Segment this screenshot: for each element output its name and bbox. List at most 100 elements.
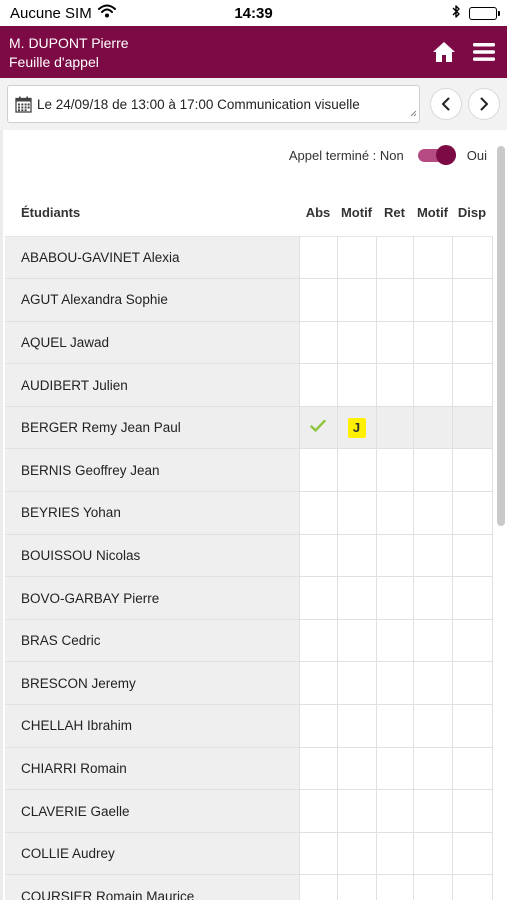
absence-cell[interactable] <box>299 789 338 833</box>
absence-cell[interactable] <box>299 235 338 280</box>
late-motif-cell[interactable] <box>413 321 453 365</box>
late-cell[interactable] <box>376 874 414 900</box>
absence-motif-cell[interactable] <box>337 576 377 620</box>
student-name[interactable]: BOUISSOU Nicolas <box>5 534 300 578</box>
late-motif-cell[interactable] <box>413 619 453 663</box>
absence-cell[interactable] <box>299 406 338 450</box>
late-cell[interactable] <box>376 363 414 407</box>
absence-cell[interactable] <box>299 619 338 663</box>
late-cell[interactable] <box>376 789 414 833</box>
absence-motif-cell[interactable] <box>337 235 377 280</box>
absence-cell[interactable] <box>299 363 338 407</box>
session-selector[interactable]: Le 24/09/18 de 13:00 à 17:00 Communicati… <box>7 85 421 123</box>
absence-motif-cell[interactable] <box>337 704 377 748</box>
previous-session-button[interactable] <box>430 88 463 120</box>
late-cell[interactable] <box>376 747 414 791</box>
student-name[interactable]: COURSIER Romain Maurice <box>5 874 300 900</box>
motif-badge[interactable]: J <box>347 417 366 438</box>
late-cell[interactable] <box>376 278 414 322</box>
exemption-cell[interactable] <box>452 789 493 833</box>
student-name[interactable]: AGUT Alexandra Sophie <box>5 278 300 322</box>
absence-cell[interactable] <box>299 278 338 322</box>
student-name[interactable]: ABABOU-GAVINET Alexia <box>5 235 300 280</box>
home-icon[interactable] <box>431 39 457 65</box>
late-motif-cell[interactable] <box>413 661 453 706</box>
late-motif-cell[interactable] <box>413 534 453 578</box>
exemption-cell[interactable] <box>452 661 493 706</box>
late-motif-cell[interactable] <box>413 704 453 748</box>
late-motif-cell[interactable] <box>413 491 453 535</box>
exemption-cell[interactable] <box>452 832 493 876</box>
absence-motif-cell[interactable] <box>337 534 377 578</box>
exemption-cell[interactable] <box>452 534 493 578</box>
absence-motif-cell[interactable] <box>337 874 377 900</box>
student-name[interactable]: CLAVERIE Gaelle <box>5 789 300 833</box>
absence-cell[interactable] <box>299 448 338 493</box>
student-name[interactable]: BOVO-GARBAY Pierre <box>5 576 300 620</box>
exemption-cell[interactable] <box>452 448 493 493</box>
absence-cell[interactable] <box>299 661 338 706</box>
late-cell[interactable] <box>376 448 414 493</box>
late-motif-cell[interactable] <box>413 278 453 322</box>
late-cell[interactable] <box>376 661 414 706</box>
student-name[interactable]: AUDIBERT Julien <box>5 363 300 407</box>
absence-motif-cell[interactable]: J <box>337 406 377 450</box>
late-motif-cell[interactable] <box>413 235 453 280</box>
exemption-cell[interactable] <box>452 704 493 748</box>
late-cell[interactable] <box>376 406 414 450</box>
menu-icon[interactable] <box>471 39 497 65</box>
absence-motif-cell[interactable] <box>337 619 377 663</box>
absence-cell[interactable] <box>299 576 338 620</box>
exemption-cell[interactable] <box>452 619 493 663</box>
scrollbar[interactable] <box>497 146 505 526</box>
late-cell[interactable] <box>376 491 414 535</box>
late-cell[interactable] <box>376 534 414 578</box>
absence-motif-cell[interactable] <box>337 321 377 365</box>
student-name[interactable]: BRAS Cedric <box>5 619 300 663</box>
late-motif-cell[interactable] <box>413 576 453 620</box>
absence-cell[interactable] <box>299 874 338 900</box>
absence-cell[interactable] <box>299 321 338 365</box>
late-motif-cell[interactable] <box>413 874 453 900</box>
absence-motif-cell[interactable] <box>337 363 377 407</box>
call-finished-switch[interactable] <box>417 145 456 165</box>
late-motif-cell[interactable] <box>413 363 453 407</box>
student-name[interactable]: BRESCON Jeremy <box>5 661 300 706</box>
student-name[interactable]: AQUEL Jawad <box>5 321 300 365</box>
exemption-cell[interactable] <box>452 321 493 365</box>
absence-motif-cell[interactable] <box>337 278 377 322</box>
absence-motif-cell[interactable] <box>337 491 377 535</box>
exemption-cell[interactable] <box>452 406 493 450</box>
exemption-cell[interactable] <box>452 363 493 407</box>
student-name[interactable]: BERGER Remy Jean Paul <box>5 406 300 450</box>
late-cell[interactable] <box>376 704 414 748</box>
absence-motif-cell[interactable] <box>337 832 377 876</box>
absence-motif-cell[interactable] <box>337 789 377 833</box>
exemption-cell[interactable] <box>452 747 493 791</box>
exemption-cell[interactable] <box>452 491 493 535</box>
late-cell[interactable] <box>376 235 414 280</box>
exemption-cell[interactable] <box>452 576 493 620</box>
late-cell[interactable] <box>376 576 414 620</box>
absence-cell[interactable] <box>299 832 338 876</box>
absence-cell[interactable] <box>299 704 338 748</box>
absence-motif-cell[interactable] <box>337 448 377 493</box>
student-name[interactable]: BERNIS Geoffrey Jean <box>5 448 300 493</box>
student-name[interactable]: COLLIE Audrey <box>5 832 300 876</box>
late-motif-cell[interactable] <box>413 789 453 833</box>
exemption-cell[interactable] <box>452 278 493 322</box>
late-motif-cell[interactable] <box>413 406 453 450</box>
student-name[interactable]: CHIARRI Romain <box>5 747 300 791</box>
absence-cell[interactable] <box>299 534 338 578</box>
absence-cell[interactable] <box>299 747 338 791</box>
late-motif-cell[interactable] <box>413 448 453 493</box>
absence-motif-cell[interactable] <box>337 747 377 791</box>
late-motif-cell[interactable] <box>413 747 453 791</box>
student-name[interactable]: CHELLAH Ibrahim <box>5 704 300 748</box>
exemption-cell[interactable] <box>452 874 493 900</box>
student-name[interactable]: BEYRIES Yohan <box>5 491 300 535</box>
absence-cell[interactable] <box>299 491 338 535</box>
late-cell[interactable] <box>376 832 414 876</box>
late-motif-cell[interactable] <box>413 832 453 876</box>
next-session-button[interactable] <box>468 88 500 120</box>
